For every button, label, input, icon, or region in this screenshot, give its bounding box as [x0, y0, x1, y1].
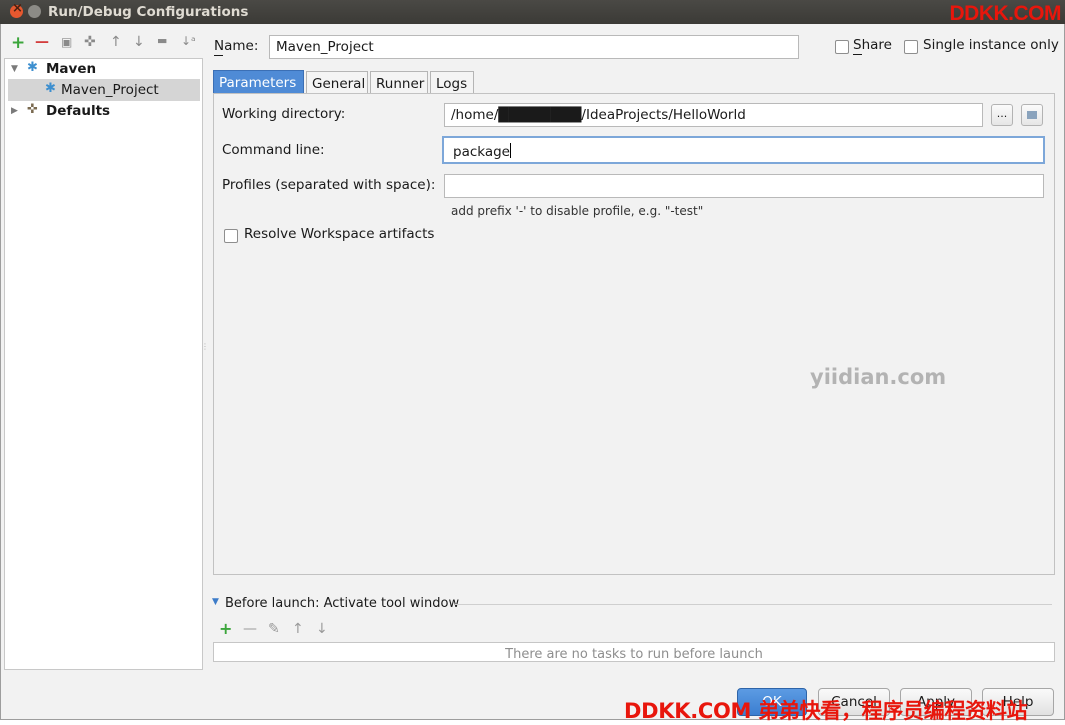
splitter-handle[interactable]: ⋮ [201, 343, 209, 359]
before-launch-edit-icon[interactable]: ✎ [268, 621, 280, 637]
watermark-center: yiidian.com [810, 365, 947, 389]
name-field[interactable]: Maven_Project [269, 35, 799, 59]
profiles-hint: add prefix '-' to disable profile, e.g. … [451, 204, 704, 218]
browse-button[interactable]: ... [991, 104, 1013, 126]
single-instance-label: Single instance only [923, 37, 1059, 53]
collapse-arrow-icon[interactable]: ▶ [11, 106, 18, 116]
configuration-tree[interactable] [4, 58, 203, 670]
before-launch-down-icon[interactable]: ↓ [316, 621, 328, 637]
tree-item-maven[interactable]: Maven [46, 61, 96, 77]
maven-gear-icon: ✱ [27, 60, 38, 75]
tab-logs[interactable]: Logs [430, 71, 474, 93]
close-window-button[interactable] [10, 1, 23, 18]
tree-item-maven-project[interactable]: Maven_Project [61, 82, 159, 98]
watermark-top: DDKK.COM [949, 2, 1062, 25]
before-launch-divider [455, 604, 1052, 605]
before-launch-title[interactable]: Before launch: Activate tool window [225, 596, 459, 611]
before-launch-up-icon[interactable]: ↑ [292, 621, 304, 637]
name-mnemonic-underline [214, 55, 223, 56]
before-launch-add-icon[interactable]: + [219, 619, 232, 638]
single-instance-checkbox[interactable] [904, 40, 918, 54]
edit-defaults-icon[interactable]: ✜ [84, 34, 96, 50]
move-down-icon[interactable]: ↓ [133, 34, 145, 50]
parameters-panel [213, 93, 1055, 575]
tree-item-defaults[interactable]: Defaults [46, 103, 110, 119]
text-caret [510, 143, 511, 158]
tab-runner[interactable]: Runner [370, 71, 428, 93]
before-launch-toggle-icon[interactable]: ▼ [212, 597, 219, 607]
profiles-label: Profiles (separated with space): [222, 177, 436, 193]
before-launch-remove-icon[interactable]: — [243, 621, 257, 637]
name-label: Name: [214, 38, 259, 54]
sort-icon[interactable]: ↓ᵃ [181, 34, 196, 48]
defaults-wrench-icon: ✜ [27, 102, 38, 117]
folder-icon[interactable]: ▬ [157, 34, 167, 47]
project-gear-icon: ✱ [45, 81, 56, 96]
profiles-field[interactable] [444, 174, 1044, 198]
remove-configuration-icon[interactable]: — [35, 34, 49, 50]
expand-arrow-icon[interactable]: ▼ [11, 64, 18, 74]
move-up-icon[interactable]: ↑ [110, 34, 122, 50]
tab-parameters[interactable]: Parameters [213, 70, 304, 93]
before-launch-task-list[interactable]: There are no tasks to run before launch [213, 642, 1055, 662]
command-line-field[interactable]: package [442, 136, 1045, 164]
command-line-value: package [453, 144, 510, 160]
working-directory-field[interactable]: /home/████████/IdeaProjects/HelloWorld [444, 103, 983, 127]
add-configuration-icon[interactable]: + [11, 33, 25, 53]
window-title: Run/Debug Configurations [48, 4, 249, 20]
resolve-workspace-checkbox[interactable] [224, 229, 238, 243]
module-dir-icon[interactable] [1021, 104, 1043, 126]
share-label: Share [853, 37, 892, 53]
copy-configuration-icon[interactable]: ▣ [61, 35, 72, 49]
resolve-workspace-label: Resolve Workspace artifacts [244, 226, 435, 242]
minimize-window-button[interactable] [28, 5, 41, 18]
command-line-label: Command line: [222, 142, 325, 158]
share-checkbox[interactable] [835, 40, 849, 54]
tab-general[interactable]: General [306, 71, 368, 93]
working-directory-label: Working directory: [222, 106, 346, 122]
share-mnemonic-underline [853, 54, 862, 55]
